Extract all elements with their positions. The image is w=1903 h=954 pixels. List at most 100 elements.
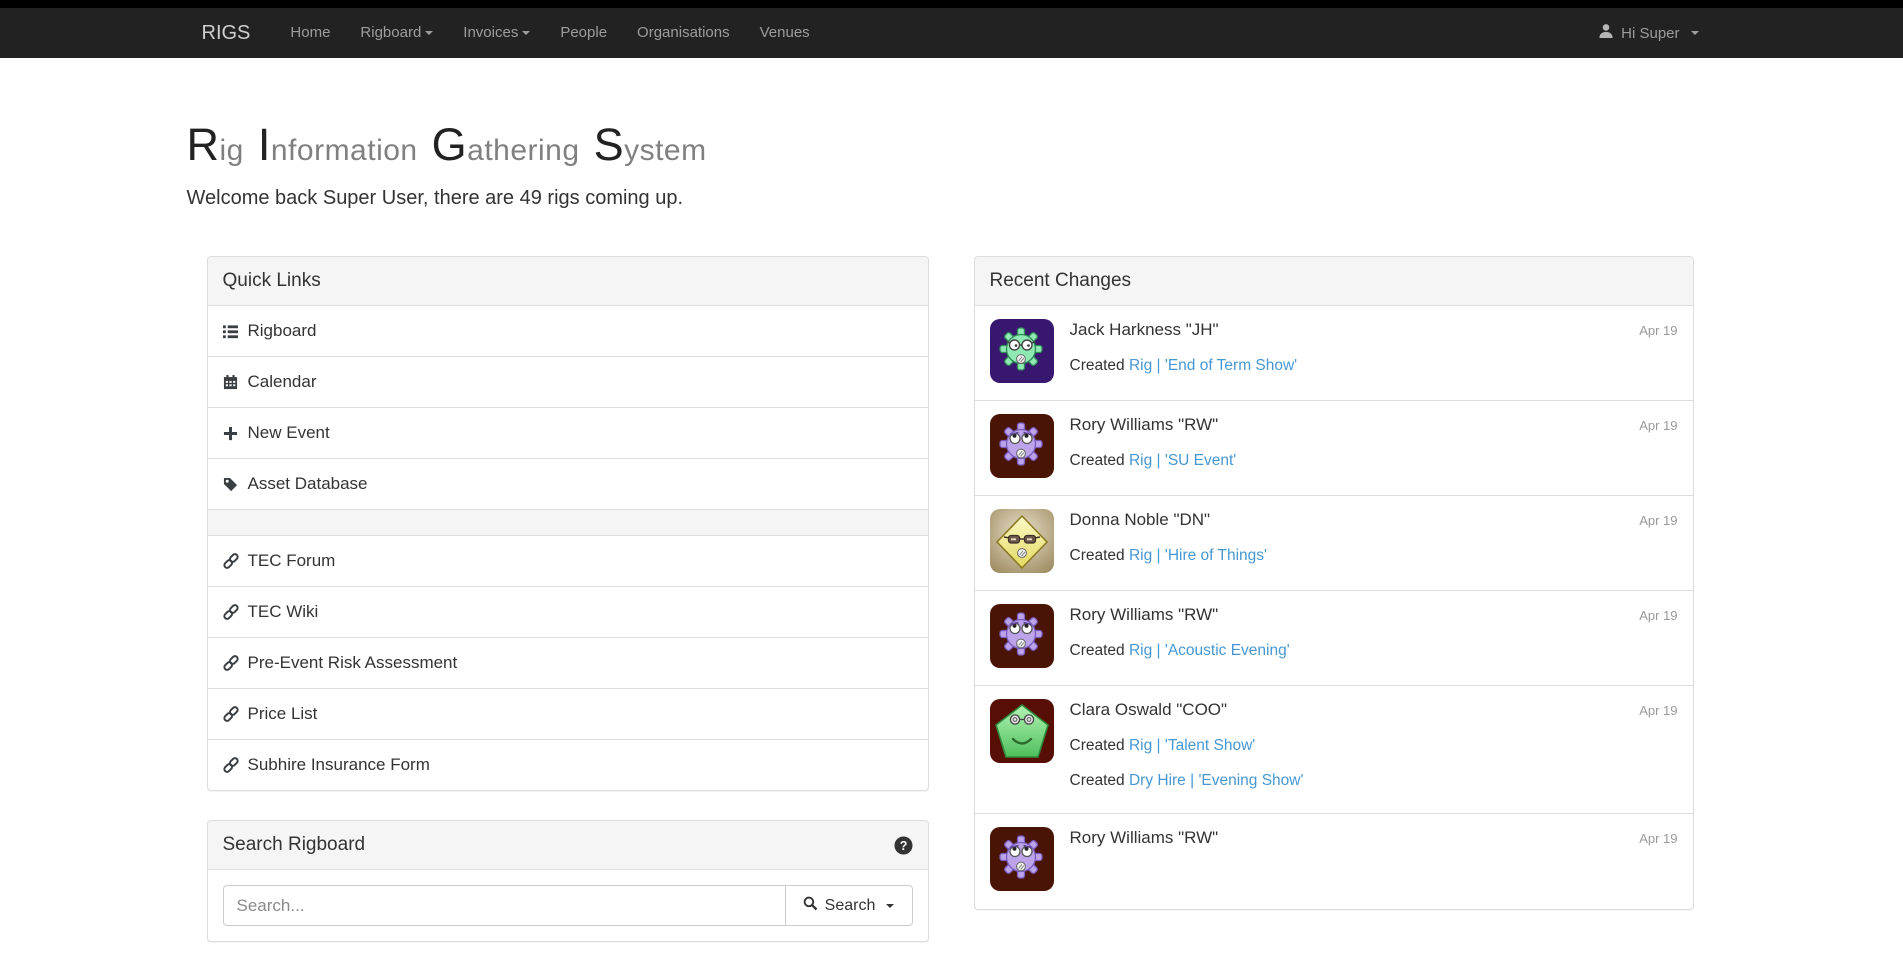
link-icon	[223, 655, 239, 671]
quick-link-new-event[interactable]: New Event	[208, 408, 928, 459]
recent-change-item: Rory Williams "RW"Apr 19	[975, 814, 1693, 909]
nav-link-venues[interactable]: Venues	[745, 8, 825, 58]
quick-link-label: Subhire Insurance Form	[248, 755, 430, 775]
avatar-purple-gear-on-maroon	[990, 604, 1054, 668]
nav-link-label: People	[560, 24, 607, 41]
link-icon	[223, 553, 239, 569]
change-action: Created Rig | 'Acoustic Evening'	[1070, 642, 1678, 660]
list-icon	[223, 324, 239, 339]
title-word-capital: G	[432, 119, 468, 170]
navbar: RIGS Home Rigboard Invoices People Organisat…	[0, 8, 1903, 58]
recent-change-item: Clara Oswald "COO"Apr 19Created Rig | 'T…	[975, 686, 1693, 814]
quick-link-rigboard[interactable]: Rigboard	[208, 306, 928, 357]
change-link[interactable]: Rig | 'End of Term Show'	[1129, 357, 1297, 374]
avatar-purple-gear-on-maroon	[990, 414, 1054, 478]
quick-links-title: Quick Links	[223, 270, 321, 292]
top-strip	[0, 0, 1903, 8]
user-icon	[1598, 23, 1614, 43]
quick-link-label: Price List	[248, 704, 318, 724]
link-icon	[223, 757, 239, 773]
change-link[interactable]: Rig | 'Talent Show'	[1129, 737, 1255, 754]
recent-changes-panel: Recent Changes Jack Harkness "JH"Apr 19C…	[974, 256, 1694, 910]
action-prefix: Created	[1070, 547, 1125, 564]
change-link[interactable]: Dry Hire | 'Evening Show'	[1129, 772, 1303, 789]
quick-link-pre-event-risk-assessment[interactable]: Pre-Event Risk Assessment	[208, 638, 928, 689]
recent-changes-title: Recent Changes	[990, 270, 1132, 292]
title-word: Gathering	[432, 131, 580, 167]
quick-link-label: Asset Database	[248, 474, 368, 494]
person-name: Clara Oswald "COO"	[1070, 700, 1228, 720]
action-prefix: Created	[1070, 737, 1125, 754]
title-word-rest: ig	[220, 134, 244, 167]
title-word-capital: I	[258, 119, 271, 170]
quick-link-price-list[interactable]: Price List	[208, 689, 928, 740]
action-prefix: Created	[1070, 357, 1125, 374]
nav-item-home: Home	[275, 8, 345, 58]
nav-link-home[interactable]: Home	[275, 8, 345, 58]
change-link[interactable]: Rig | 'SU Event'	[1129, 452, 1236, 469]
quick-link-calendar[interactable]: Calendar	[208, 357, 928, 408]
nav-item-invoices: Invoices	[448, 8, 545, 58]
search-input[interactable]	[223, 885, 785, 926]
nav-link-label: Rigboard	[360, 24, 421, 41]
user-menu-label: Hi Super	[1621, 25, 1679, 42]
person-name: Rory Williams "RW"	[1070, 828, 1219, 848]
avatar-green-gear-on-purple	[990, 319, 1054, 383]
quick-link-label: TEC Forum	[248, 551, 336, 571]
question-circle-icon[interactable]: ?	[894, 836, 913, 855]
search-rigboard-title: Search Rigboard	[223, 834, 366, 856]
nav-item-people: People	[545, 8, 622, 58]
nav-link-label: Home	[290, 24, 330, 41]
nav-link-rigboard[interactable]: Rigboard	[345, 8, 448, 58]
action-prefix: Created	[1070, 642, 1125, 659]
chevron-down-icon	[522, 31, 530, 35]
brand-rigs[interactable]: RIGS	[187, 8, 266, 58]
quick-link-subhire-insurance-form[interactable]: Subhire Insurance Form	[208, 740, 928, 790]
recent-change-item: Donna Noble "DN" Apr 19 Created Rig | 'Hir…	[975, 496, 1693, 591]
change-action: Created Rig | 'SU Event'	[1070, 452, 1678, 470]
title-word-rest: athering	[467, 134, 579, 167]
change-action: Created Dry Hire | 'Evening Show'	[1070, 772, 1678, 790]
recent-changes-list: Jack Harkness "JH"Apr 19Created Rig | 'E…	[975, 306, 1693, 909]
change-date: Apr 19	[1639, 608, 1677, 623]
search-icon	[803, 896, 818, 916]
search-rigboard-heading: Search Rigboard ?	[208, 821, 928, 870]
quick-link-tec-wiki[interactable]: TEC Wiki	[208, 587, 928, 638]
action-prefix: Created	[1070, 772, 1125, 789]
calendar-icon	[223, 375, 239, 390]
nav-item-rigboard: Rigboard	[345, 8, 448, 58]
search-rigboard-panel: Search Rigboard ? Search	[207, 820, 929, 942]
change-link[interactable]: Rig | 'Acoustic Evening'	[1129, 642, 1290, 659]
title-word: Rig	[187, 131, 244, 167]
nav-link-people[interactable]: People	[545, 8, 622, 58]
recent-change-item: Rory Williams "RW"Apr 19Created Rig | 'S…	[975, 401, 1693, 496]
quick-link-tec-forum[interactable]: TEC Forum	[208, 536, 928, 587]
person-name: Donna Noble "DN"	[1070, 510, 1211, 530]
title-word-capital: R	[187, 119, 220, 170]
page-title: RigInformationGatheringSystem	[187, 122, 1717, 167]
welcome-text: Welcome back Super User, there are 49 ri…	[187, 187, 1717, 210]
quick-links-panel: Quick Links RigboardCalendarNew Event Ass…	[207, 256, 929, 791]
search-button[interactable]: Search	[785, 885, 913, 926]
quick-link-label: Pre-Event Risk Assessment	[248, 653, 458, 673]
plus-icon	[223, 426, 239, 441]
link-icon	[223, 604, 239, 620]
nav-link-organisations[interactable]: Organisations	[622, 8, 745, 58]
change-date: Apr 19	[1639, 418, 1677, 433]
nav-link-label: Venues	[760, 24, 810, 41]
change-date: Apr 19	[1639, 513, 1677, 528]
quick-links-heading: Quick Links	[208, 257, 928, 306]
link-icon	[223, 706, 239, 722]
change-link[interactable]: Rig | 'Hire of Things'	[1129, 547, 1267, 564]
avatar-green-pentagon-on-maroon	[990, 699, 1054, 763]
change-action: Created Rig | 'Talent Show'	[1070, 737, 1678, 755]
title-word-rest: ystem	[624, 134, 707, 167]
nav-link-invoices[interactable]: Invoices	[448, 8, 545, 58]
change-date: Apr 19	[1639, 323, 1677, 338]
chevron-down-icon	[886, 904, 894, 908]
recent-change-item: Jack Harkness "JH"Apr 19Created Rig | 'E…	[975, 306, 1693, 401]
user-menu[interactable]: Hi Super	[1598, 23, 1716, 43]
quick-link-asset-database[interactable]: Asset Database	[208, 459, 928, 510]
change-action: Created Rig | 'Hire of Things'	[1070, 547, 1678, 565]
title-word: Information	[258, 131, 418, 167]
